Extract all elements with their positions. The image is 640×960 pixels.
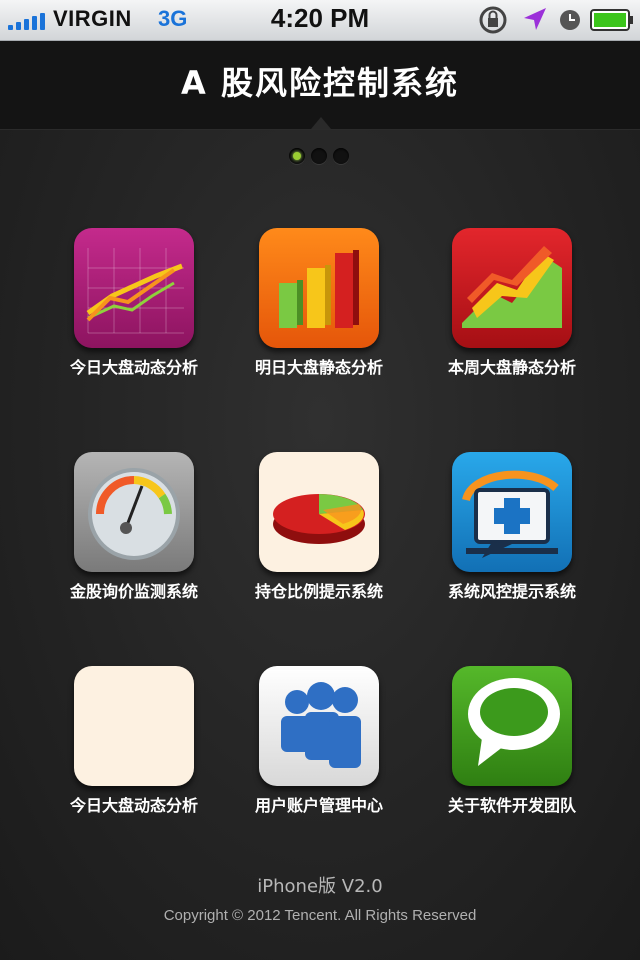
copyright-text: Copyright © 2012 Tencent. All Rights Res… <box>163 907 477 924</box>
status-bar: VIRGIN 3G 4:20 PM <box>0 0 640 41</box>
tile-label: 本周大盘静态分析 <box>447 358 576 377</box>
rotation-lock-icon <box>479 6 507 34</box>
tile-user-account-center[interactable]: 用户账户管理中心 <box>249 666 389 856</box>
tile-today-dynamic-analysis-2[interactable]: 今日大盘动态分析 <box>64 666 204 856</box>
page-indicator[interactable] <box>289 148 353 166</box>
location-arrow-icon <box>524 8 546 30</box>
tile-tomorrow-static-analysis[interactable]: 明日大盘静态分析 <box>249 228 389 418</box>
tile-label: 金股询价监测系统 <box>69 582 198 601</box>
tile-label: 关于软件开发团队 <box>447 796 576 815</box>
line-chart-icon <box>74 228 194 348</box>
area-chart-icon <box>452 228 572 348</box>
tile-risk-control-alert[interactable]: 系统风控提示系统 <box>442 452 582 642</box>
tile-gold-stock-monitor[interactable]: 金股询价监测系统 <box>64 452 204 642</box>
tile-today-dynamic-analysis[interactable]: 今日大盘动态分析 <box>64 228 204 418</box>
page-dot-3[interactable] <box>333 148 349 164</box>
blank-icon <box>74 666 194 786</box>
tile-label: 明日大盘静态分析 <box>254 358 383 377</box>
monitor-medical-icon <box>452 452 572 572</box>
tile-label: 持仓比例提示系统 <box>254 582 383 601</box>
battery-icon <box>590 9 633 31</box>
page-title: A 股风险控制系统 <box>181 64 459 102</box>
tile-about-dev-team[interactable]: 关于软件开发团队 <box>442 666 582 856</box>
users-icon <box>259 666 379 786</box>
tile-position-ratio[interactable]: 持仓比例提示系统 <box>249 452 389 642</box>
page-dot-2[interactable] <box>311 148 327 164</box>
app-version: iPhone版 V2.0 <box>257 876 383 897</box>
chat-bubble-icon <box>452 666 572 786</box>
tile-label: 今日大盘动态分析 <box>69 796 198 815</box>
alarm-clock-icon <box>560 10 580 30</box>
tile-label: 用户账户管理中心 <box>254 796 383 815</box>
tile-label: 今日大盘动态分析 <box>69 358 198 377</box>
header-pointer-icon <box>311 117 331 129</box>
gauge-icon <box>74 452 194 572</box>
bar-chart-icon <box>259 228 379 348</box>
tile-label: 系统风控提示系统 <box>447 582 576 601</box>
tile-weekly-static-analysis[interactable]: 本周大盘静态分析 <box>442 228 582 418</box>
pie-chart-icon <box>259 452 379 572</box>
page-dot-1[interactable] <box>289 148 305 164</box>
